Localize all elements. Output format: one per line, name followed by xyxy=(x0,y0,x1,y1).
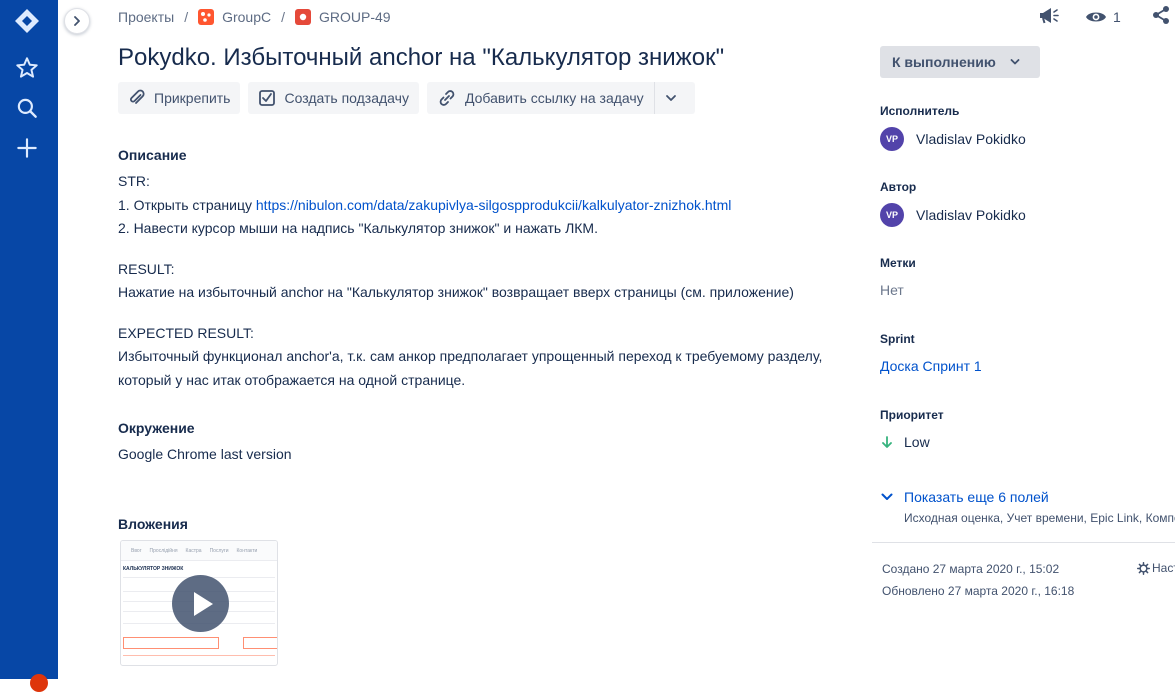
reporter-name: Vladislav Pokidko xyxy=(916,207,1026,223)
chevron-right-icon xyxy=(74,16,80,26)
breadcrumb-project[interactable]: GroupC xyxy=(198,9,271,25)
paperclip-icon xyxy=(130,89,145,104)
show-more-fields-button[interactable]: Показать еще 6 полей xyxy=(880,489,1049,505)
divider xyxy=(872,542,1175,543)
star-icon[interactable] xyxy=(14,55,40,81)
breadcrumb: Проекты / GroupC / GROUP-49 xyxy=(118,7,391,27)
breadcrumb-separator: / xyxy=(184,9,189,25)
show-more-fields-label: Показать еще 6 полей xyxy=(904,489,1049,505)
issue-actions-toolbar: Прикрепить Создать подзадачу Добавить сс… xyxy=(118,82,695,114)
project-avatar-icon xyxy=(198,9,215,25)
chevron-down-icon xyxy=(1010,59,1020,65)
chevron-down-icon xyxy=(881,493,893,500)
expected-line-1: Избыточный функционал anchor'а, т.к. сам… xyxy=(118,348,823,364)
notification-dot xyxy=(30,674,48,692)
step-1-link[interactable]: https://nibulon.com/data/zakupivlya-silg… xyxy=(256,197,731,213)
avatar: VP xyxy=(880,203,904,227)
step-2: 2. Навести курсор мыши на надпись "Кальк… xyxy=(118,220,598,236)
thumb-menu-item: Послуги xyxy=(209,548,229,554)
breadcrumb-project-label: GroupC xyxy=(222,9,272,25)
priority-label: Приоритет xyxy=(880,408,944,422)
priority-value: Low xyxy=(904,434,930,450)
description-heading: Описание xyxy=(118,147,187,163)
step-1: 1. Открыть страницу https://nibulon.com/… xyxy=(118,194,828,218)
labels-label: Метки xyxy=(880,256,916,270)
sprint-field[interactable]: Доска Спринт 1 xyxy=(880,358,982,374)
search-icon[interactable] xyxy=(14,95,40,121)
breadcrumb-issue-key: GROUP-49 xyxy=(319,9,391,25)
environment-value[interactable]: Google Chrome last version xyxy=(118,446,292,462)
subtask-icon xyxy=(259,90,276,106)
link-issue-label: Добавить ссылку на задачу xyxy=(464,90,644,106)
step-1-text: 1. Открыть страницу xyxy=(118,196,256,213)
link-issue-button[interactable]: Добавить ссылку на задачу xyxy=(426,82,654,114)
breadcrumb-issue[interactable]: GROUP-49 xyxy=(295,9,391,25)
configure-button[interactable]: Наст xyxy=(1137,561,1175,575)
created-date: Создано 27 марта 2020 г., 15:02 xyxy=(882,562,1060,576)
bug-issue-type-icon xyxy=(295,9,311,25)
result-text: Нажатие на избыточный anchor на "Калькул… xyxy=(118,284,794,300)
expected-label: EXPECTED RESULT: xyxy=(118,324,254,341)
share-icon[interactable] xyxy=(1151,5,1171,30)
environment-heading: Окружение xyxy=(118,420,195,436)
description-body[interactable]: STR: 1. Открыть страницу https://nibulon… xyxy=(118,170,828,392)
sprint-label: Sprint xyxy=(880,332,915,346)
expand-sidebar-button[interactable] xyxy=(64,8,90,34)
watch-button[interactable]: 1 xyxy=(1085,9,1121,25)
priority-field[interactable]: Low xyxy=(880,434,930,450)
create-subtask-button[interactable]: Создать подзадачу xyxy=(248,82,419,114)
labels-field[interactable]: Нет xyxy=(880,282,904,298)
str-label: STR: xyxy=(118,173,150,189)
more-fields-summary: Исходная оценка, Учет времени, Epic Link… xyxy=(904,511,1175,525)
plus-icon[interactable] xyxy=(14,135,40,161)
avatar: VP xyxy=(880,127,904,151)
thumb-menu: Ввог Прослідійня Кастра Послуги Контакти xyxy=(121,541,277,561)
announcement-icon[interactable] xyxy=(1036,4,1060,31)
thumb-heading: калькулятор знижок xyxy=(123,566,184,572)
assignee-name: Vladislav Pokidko xyxy=(916,131,1026,147)
reporter-label: Автор xyxy=(880,180,917,194)
play-icon[interactable] xyxy=(172,575,229,632)
configure-label: Наст xyxy=(1152,561,1175,575)
updated-date: Обновлено 27 марта 2020 г., 16:18 xyxy=(882,584,1075,598)
issue-header-actions: 1 xyxy=(1036,4,1171,31)
link-icon xyxy=(439,90,455,106)
attach-button-label: Прикрепить xyxy=(154,90,231,106)
assignee-label: Исполнитель xyxy=(880,104,960,118)
arrow-down-icon xyxy=(882,436,892,448)
create-subtask-label: Создать подзадачу xyxy=(284,90,409,106)
thumb-menu-item: Кастра xyxy=(185,548,202,554)
assignee-field[interactable]: VP Vladislav Pokidko xyxy=(880,127,1026,151)
breadcrumb-projects[interactable]: Проекты xyxy=(118,9,174,25)
chevron-down-icon xyxy=(665,95,676,101)
attach-button[interactable]: Прикрепить xyxy=(118,82,241,114)
thumb-menu-item: Ввог xyxy=(131,548,142,554)
breadcrumb-separator: / xyxy=(281,9,285,25)
thumb-menu-item: Контакти xyxy=(236,548,258,554)
status-label: К выполнению xyxy=(892,54,996,70)
thumb-menu-item: Прослідійня xyxy=(149,548,178,554)
more-actions-button[interactable] xyxy=(653,82,695,114)
gear-icon xyxy=(1137,561,1150,575)
jira-logo-icon[interactable] xyxy=(14,8,40,34)
status-dropdown[interactable]: К выполнению xyxy=(880,46,1040,78)
attachments-heading: Вложения xyxy=(118,516,188,532)
eye-icon xyxy=(1086,12,1106,22)
issue-title[interactable]: Pokydko. Избыточный anchor на "Калькулят… xyxy=(118,44,724,72)
watch-count: 1 xyxy=(1113,9,1121,25)
attachment-video-thumbnail[interactable]: Ввог Прослідійня Кастра Послуги Контакти… xyxy=(120,540,278,666)
reporter-field[interactable]: VP Vladislav Pokidko xyxy=(880,203,1026,227)
result-label: RESULT: xyxy=(118,260,175,277)
global-nav xyxy=(0,0,58,692)
expected-line-2: который у нас итак отображается на одной… xyxy=(118,371,466,388)
